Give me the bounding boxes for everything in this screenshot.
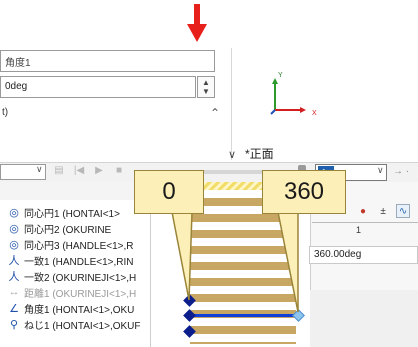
tree-item[interactable]: ⼈一致1 (HANDLE<1>,RIN (8, 252, 134, 268)
angle-spinner[interactable]: ▲ ▼ (197, 76, 215, 98)
traffic-light-icon[interactable]: ● (356, 205, 370, 219)
key-angle-value[interactable]: 360.00deg (309, 246, 418, 264)
tree-item[interactable]: ◎ 同心円1 (HONTAI<1> (8, 204, 120, 220)
callout-end-value: 360 (262, 170, 346, 214)
panel-empty-area (310, 290, 418, 347)
play-icon[interactable]: ▶ (92, 164, 106, 178)
spinner-down-icon[interactable]: ▼ (202, 87, 210, 96)
concentric-icon: ◎ (9, 206, 19, 219)
interpolation-icon[interactable]: ∿ (396, 204, 411, 218)
key-properties-icons: ● ± ∿ (356, 204, 414, 220)
axis-triad-icon (270, 78, 306, 115)
tree-item-label: 角度1 (HONTAI<1>,OKU (24, 304, 135, 316)
tree-item-label: ねじ1 (HONTAI<1>,OKUF (24, 320, 141, 332)
spinner-up-icon[interactable]: ▲ (202, 78, 210, 87)
tree-item[interactable]: ⼈一致2 (OKURINEJI<1>,H (8, 268, 137, 284)
angle-value-field[interactable]: 0deg (0, 76, 196, 98)
angle-key-line[interactable] (189, 314, 299, 317)
coincident-icon: ⼈ (8, 271, 20, 283)
tree-item-label: 一致1 (HANDLE<1>,RIN (24, 256, 134, 268)
graphics-area (232, 48, 418, 160)
tree-item[interactable]: ⚲ ねじ1 (HONTAI<1>,OKUF (8, 316, 141, 332)
red-pointer-arrow-shaft (194, 4, 200, 26)
screw-icon: ⚲ (9, 318, 19, 331)
view-chevron-down-icon[interactable]: ∨ (228, 148, 236, 161)
tree-item[interactable]: ↔ 距離1 (OKURINEJI<1>,H (8, 284, 137, 300)
tree-item[interactable]: ∠ 角度1 (HONTAI<1>,OKU (8, 300, 134, 316)
concentric-icon: ◎ (9, 222, 19, 235)
tree-item-label: 距離1 (OKURINEJI<1>,H (24, 288, 137, 300)
plus-minus-icon[interactable]: ± (376, 205, 390, 219)
distance-icon: ↔ (8, 286, 20, 298)
stop-icon[interactable]: ■ (112, 164, 126, 178)
key-field-label: 1 (312, 222, 418, 238)
chevron-down-icon[interactable]: ∨ (377, 165, 384, 176)
rewind-icon[interactable]: |◀ (72, 164, 86, 178)
chevron-down-icon[interactable]: ∨ (36, 164, 43, 175)
collapse-up-icon[interactable]: ⌃ (210, 106, 220, 120)
red-pointer-arrow-head (187, 24, 207, 42)
feature-tree: ◎ 同心円1 (HONTAI<1> ◎ 同心円2 (OKURINE ◎ 同心円3 (H… (0, 200, 150, 347)
mate-name-field[interactable]: 角度1 (0, 50, 215, 72)
calculate-icon[interactable]: ▤ (52, 164, 66, 178)
arrow-right-icon[interactable]: → · (393, 166, 409, 177)
timeline-change-bars (190, 198, 296, 344)
group-header[interactable]: t) (0, 107, 232, 125)
coincident-icon: ⼈ (8, 255, 20, 267)
triad-y-label: Y (278, 72, 283, 79)
callout-start-value: 0 (134, 170, 204, 214)
tree-item[interactable]: ◎ 同心円3 (HANDLE<1>,R (8, 236, 133, 252)
concentric-icon: ◎ (9, 238, 19, 251)
tree-item-label: 同心円2 (OKURINE (24, 224, 112, 236)
angle-icon: ∠ (9, 302, 19, 315)
tree-item-label: 同心円3 (HANDLE<1>,R (24, 240, 134, 252)
tree-item-label: 同心円1 (HONTAI<1> (24, 208, 120, 220)
triad-x-label: X (312, 110, 317, 117)
tree-item[interactable]: ◎ 同心円2 (OKURINE (8, 220, 111, 236)
tree-item-label: 一致2 (OKURINEJI<1>,H (24, 272, 137, 284)
view-orientation-label: *正面 (245, 147, 274, 161)
